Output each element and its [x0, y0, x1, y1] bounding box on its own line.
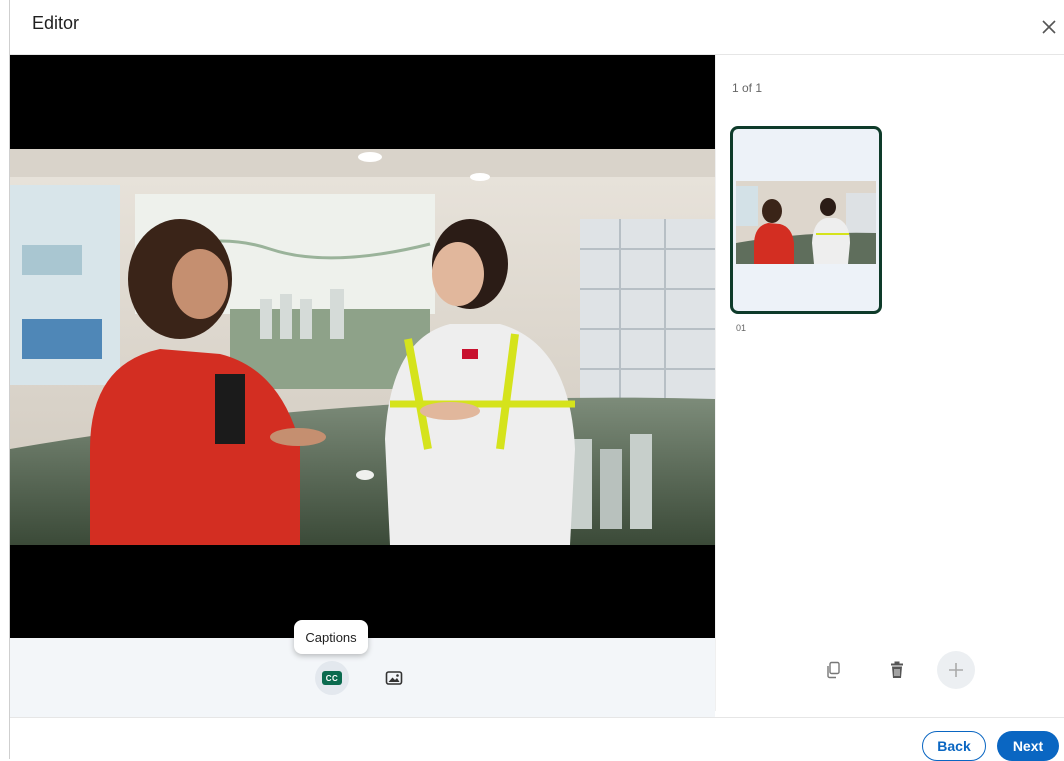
add-clip-button[interactable]: [937, 651, 975, 689]
image-icon: [385, 671, 403, 685]
image-button[interactable]: [377, 661, 411, 695]
trash-icon: [891, 661, 903, 678]
video-preview[interactable]: [10, 55, 715, 638]
video-frame: [10, 149, 715, 545]
footer-divider: [10, 717, 1064, 718]
close-icon: [1042, 20, 1056, 34]
thumbnail-label: 01: [736, 323, 747, 333]
close-button[interactable]: [1036, 14, 1062, 40]
clips-panel: 1 of 1 01: [716, 55, 1064, 711]
next-button[interactable]: Next: [997, 731, 1059, 761]
clip-counter: 1 of 1: [732, 81, 763, 95]
page-title: Editor: [32, 13, 80, 33]
editor-header: Editor: [10, 0, 1064, 55]
captions-button[interactable]: CC: [315, 661, 349, 695]
plus-icon: [949, 663, 963, 677]
copy-icon: [827, 661, 840, 679]
delete-button[interactable]: [878, 651, 916, 689]
thumbnail-image: [736, 181, 876, 264]
captions-icon: CC: [322, 671, 342, 685]
duplicate-button[interactable]: [814, 651, 852, 689]
captions-tooltip: Captions: [294, 620, 368, 654]
back-button[interactable]: Back: [922, 731, 986, 761]
clip-thumbnail[interactable]: [730, 126, 882, 314]
